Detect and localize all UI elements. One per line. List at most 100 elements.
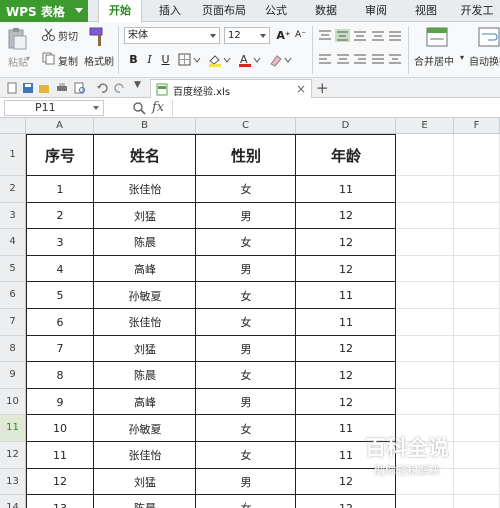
font-color-icon[interactable]: A: [238, 53, 264, 67]
print-icon[interactable]: [56, 82, 68, 94]
column-header-d[interactable]: D: [296, 118, 396, 134]
table-cell[interactable]: 刘猛: [94, 203, 196, 230]
select-all-corner[interactable]: [0, 118, 26, 134]
decrease-font-icon[interactable]: A⁻: [293, 28, 308, 43]
table-cell[interactable]: 7: [26, 336, 94, 363]
paste-label[interactable]: 粘贴: [8, 54, 28, 69]
row-header-4[interactable]: 4: [0, 229, 26, 256]
table-cell[interactable]: 2: [26, 203, 94, 230]
increase-font-icon[interactable]: A⁺: [276, 28, 291, 43]
column-header-f[interactable]: F: [454, 118, 500, 134]
table-cell[interactable]: 4: [26, 256, 94, 283]
table-cell[interactable]: 高峰: [94, 389, 196, 416]
save-icon[interactable]: [22, 82, 34, 94]
table-cell[interactable]: 8: [26, 362, 94, 389]
merge-cells-icon[interactable]: [426, 27, 448, 47]
tab-formulas[interactable]: 公式: [258, 0, 294, 22]
table-cell[interactable]: 5: [26, 282, 94, 309]
table-cell[interactable]: 男: [196, 256, 296, 283]
auto-wrap-button[interactable]: 自动换行: [469, 53, 500, 68]
tab-developer[interactable]: 开发工: [454, 0, 500, 22]
print-preview-icon[interactable]: [74, 82, 86, 94]
zoom-icon[interactable]: [132, 101, 146, 115]
merge-center-button[interactable]: 合并居中: [414, 53, 454, 68]
copy-icon[interactable]: [42, 52, 55, 65]
row-header-3[interactable]: 3: [0, 202, 26, 230]
column-header-e[interactable]: E: [396, 118, 454, 134]
formula-input[interactable]: [172, 100, 498, 116]
table-cell[interactable]: 孙敏夏: [94, 415, 196, 442]
table-cell[interactable]: 6: [26, 309, 94, 336]
clear-format-icon[interactable]: [268, 53, 294, 67]
underline-icon[interactable]: U: [158, 52, 173, 67]
row-header-5[interactable]: 5: [0, 255, 26, 283]
table-cell[interactable]: 12: [296, 389, 396, 416]
row-header-1[interactable]: 1: [0, 134, 26, 176]
table-cell[interactable]: 男: [196, 389, 296, 416]
chevron-down-icon[interactable]: ▼: [134, 80, 141, 90]
table-cell[interactable]: 高峰: [94, 256, 196, 283]
tab-home[interactable]: 开始: [98, 0, 142, 23]
header-cell[interactable]: 年龄: [296, 134, 396, 176]
table-cell[interactable]: 陈晨: [94, 495, 196, 508]
format-painter-icon[interactable]: [88, 26, 108, 48]
row-header-7[interactable]: 7: [0, 309, 26, 336]
table-cell[interactable]: 12: [296, 256, 396, 283]
table-cell[interactable]: 陈晨: [94, 362, 196, 389]
table-cell[interactable]: 女: [196, 282, 296, 309]
table-cell[interactable]: 女: [196, 309, 296, 336]
table-cell[interactable]: 男: [196, 469, 296, 496]
table-cell[interactable]: 12: [296, 203, 396, 230]
vertical-align-icons[interactable]: [318, 29, 402, 43]
table-cell[interactable]: 9: [26, 389, 94, 416]
document-tab[interactable]: 百度经验.xls ×: [150, 79, 312, 98]
row-header-9[interactable]: 9: [0, 362, 26, 389]
row-header-6[interactable]: 6: [0, 282, 26, 309]
table-cell[interactable]: 张佳怡: [94, 309, 196, 336]
new-tab-icon[interactable]: +: [316, 79, 329, 97]
table-cell[interactable]: 男: [196, 336, 296, 363]
table-cell[interactable]: 11: [296, 176, 396, 203]
cut-button[interactable]: 剪切: [58, 28, 78, 43]
table-cell[interactable]: 女: [196, 415, 296, 442]
scissors-icon[interactable]: [42, 28, 55, 41]
header-cell[interactable]: 性别: [196, 134, 296, 176]
table-cell[interactable]: 刘猛: [94, 469, 196, 496]
row-header-8[interactable]: 8: [0, 335, 26, 363]
font-size-select[interactable]: 12: [224, 27, 270, 44]
table-cell[interactable]: 女: [196, 229, 296, 256]
row-header-13[interactable]: 13: [0, 468, 26, 496]
table-cell[interactable]: 10: [26, 415, 94, 442]
row-header-2[interactable]: 2: [0, 176, 26, 203]
tab-review[interactable]: 审阅: [358, 0, 394, 22]
header-cell[interactable]: 姓名: [94, 134, 196, 176]
table-cell[interactable]: 12: [296, 336, 396, 363]
table-cell[interactable]: 12: [296, 362, 396, 389]
name-box[interactable]: P11: [4, 100, 104, 116]
row-header-11[interactable]: 11: [0, 415, 26, 442]
table-cell[interactable]: 陈晨: [94, 229, 196, 256]
tab-view[interactable]: 视图: [408, 0, 444, 22]
wrap-text-icon[interactable]: [478, 27, 500, 47]
italic-icon[interactable]: I: [142, 52, 157, 67]
open-folder-icon[interactable]: [38, 82, 50, 94]
close-icon[interactable]: ×: [296, 82, 306, 96]
function-icon[interactable]: fx: [152, 100, 164, 115]
redo-icon[interactable]: [114, 82, 126, 94]
table-cell[interactable]: 女: [196, 176, 296, 203]
column-header-b[interactable]: B: [94, 118, 196, 134]
table-cell[interactable]: 女: [196, 362, 296, 389]
new-document-icon[interactable]: [6, 82, 18, 94]
column-header-a[interactable]: A: [26, 118, 94, 134]
table-cell[interactable]: 11: [26, 442, 94, 469]
table-cell[interactable]: 女: [196, 495, 296, 508]
undo-icon[interactable]: [96, 82, 108, 94]
row-header-10[interactable]: 10: [0, 388, 26, 416]
table-cell[interactable]: 3: [26, 229, 94, 256]
tab-insert[interactable]: 插入: [152, 0, 188, 22]
table-cell[interactable]: 12: [26, 469, 94, 496]
table-cell[interactable]: 12: [296, 229, 396, 256]
table-cell[interactable]: 1: [26, 176, 94, 203]
table-cell[interactable]: 11: [296, 282, 396, 309]
table-cell[interactable]: 张佳怡: [94, 442, 196, 469]
